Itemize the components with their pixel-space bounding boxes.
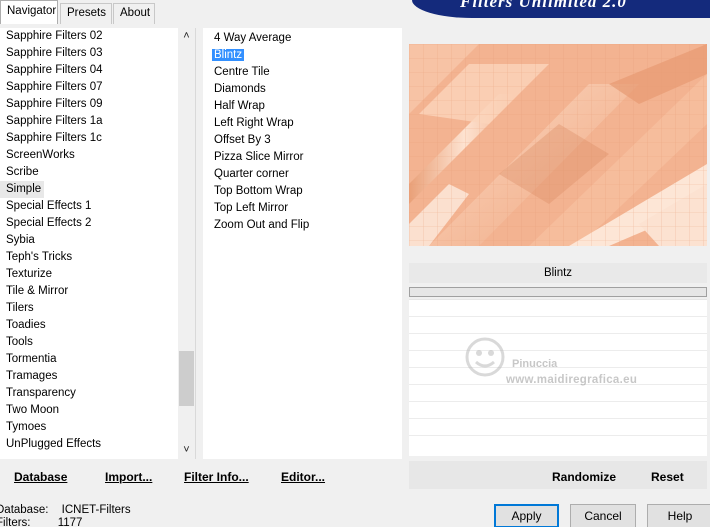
filter-item-label: Pizza Slice Mirror — [214, 151, 304, 163]
status-filters-value: 1177 — [57, 517, 83, 527]
category-item[interactable]: Tools — [0, 334, 178, 351]
reset-button[interactable]: Reset — [651, 470, 684, 484]
filter-item[interactable]: Top Left Mirror — [212, 200, 397, 217]
filter-item-label: Diamonds — [214, 83, 266, 95]
filter-item[interactable]: Pizza Slice Mirror — [212, 149, 397, 166]
category-item[interactable]: Sapphire Filters 03 — [0, 45, 178, 62]
filter-item-label: Left Right Wrap — [214, 117, 294, 129]
category-item[interactable]: Simple — [0, 181, 44, 198]
preset-toolbar: Randomize Reset — [409, 461, 707, 489]
randomize-button[interactable]: Randomize — [552, 470, 616, 484]
filter-name-bar: Blintz — [409, 263, 707, 283]
category-item[interactable]: UnPlugged Effects — [0, 436, 178, 453]
preview-image — [409, 44, 707, 246]
app-banner: Filters Unlimited 2.0 — [412, 0, 710, 18]
filter-item-label: 4 Way Average — [214, 32, 292, 44]
import-button[interactable]: Import... — [105, 470, 152, 484]
filter-item[interactable]: Top Bottom Wrap — [212, 183, 397, 200]
category-item[interactable]: Transparency — [0, 385, 178, 402]
filter-item[interactable]: Quarter corner — [212, 166, 397, 183]
cancel-button[interactable]: Cancel — [570, 504, 636, 527]
tab-presets[interactable]: Presets — [60, 3, 112, 24]
category-item[interactable]: Teph's Tricks — [0, 249, 178, 266]
category-list-panel: Sapphire Filters 02 Sapphire Filters 03 Sa… — [0, 28, 196, 459]
category-item[interactable]: Tormentia — [0, 351, 178, 368]
category-item[interactable]: Texturize — [0, 266, 178, 283]
category-item[interactable]: Special Effects 1 — [0, 198, 178, 215]
category-item[interactable]: Sapphire Filters 02 — [0, 28, 178, 45]
filter-item-label: Top Left Mirror — [214, 202, 289, 214]
filter-item[interactable]: Zoom Out and Flip — [212, 217, 397, 234]
filter-item-label: Offset By 3 — [214, 134, 271, 146]
filter-item-label: Top Bottom Wrap — [214, 185, 303, 197]
category-item[interactable]: Sapphire Filters 1a — [0, 113, 178, 130]
filter-item-label: Zoom Out and Flip — [214, 219, 310, 231]
category-item[interactable]: Scribe — [0, 164, 178, 181]
category-item[interactable]: Sapphire Filters 04 — [0, 62, 178, 79]
filter-list: 4 Way Average Blintz Centre Tile Diamonds Ha… — [212, 30, 397, 234]
filter-info-button[interactable]: Filter Info... — [184, 470, 249, 484]
filter-item[interactable]: Diamonds — [212, 81, 397, 98]
category-item[interactable]: Sapphire Filters 07 — [0, 79, 178, 96]
category-item[interactable]: Toadies — [0, 317, 178, 334]
scroll-thumb[interactable] — [179, 351, 194, 406]
category-item[interactable]: Two Moon — [0, 402, 178, 419]
category-item[interactable]: Tramages — [0, 368, 178, 385]
preview-graphic — [409, 44, 707, 246]
help-button[interactable]: Help — [647, 504, 710, 527]
filter-item-label: Half Wrap — [214, 100, 265, 112]
watermark-logo-icon — [465, 337, 505, 377]
status-database-value: ICNET-Filters — [61, 504, 131, 516]
watermark-name: Pinuccia — [512, 358, 558, 370]
filter-item[interactable]: Left Right Wrap — [212, 115, 397, 132]
category-item[interactable]: Tymoes — [0, 419, 178, 436]
category-item[interactable]: Tile & Mirror — [0, 283, 178, 300]
database-button[interactable]: Database — [14, 470, 67, 484]
status-filters-label: Filters: — [0, 517, 31, 527]
tab-navigator[interactable]: Navigator — [0, 0, 58, 24]
apply-button[interactable]: Apply — [494, 504, 559, 527]
category-item[interactable]: Tilers — [0, 300, 178, 317]
filter-item[interactable]: Centre Tile — [212, 64, 397, 81]
watermark: Pinuccia www.maidiregrafica.eu — [462, 334, 707, 394]
category-item[interactable]: Sapphire Filters 1c — [0, 130, 178, 147]
chevron-up-icon[interactable]: ˄ — [178, 28, 195, 45]
filter-item[interactable]: Offset By 3 — [212, 132, 397, 149]
filter-item-label: Centre Tile — [214, 66, 270, 78]
filter-item-label: Blintz — [212, 49, 245, 61]
filter-item[interactable]: 4 Way Average — [212, 30, 397, 47]
status-database: Database: ICNET-Filters — [0, 504, 131, 517]
status-database-label: Database: — [0, 504, 49, 516]
tab-about[interactable]: About — [113, 3, 155, 24]
editor-button[interactable]: Editor... — [281, 470, 325, 484]
filter-list-panel: 4 Way Average Blintz Centre Tile Diamonds Ha… — [203, 28, 402, 459]
category-item[interactable]: ScreenWorks — [0, 147, 178, 164]
category-scrollbar[interactable]: ˄ ˅ — [178, 28, 195, 459]
category-list: Sapphire Filters 02 Sapphire Filters 03 Sa… — [0, 28, 178, 453]
filter-item-label: Quarter corner — [214, 168, 289, 180]
chevron-down-icon[interactable]: ˅ — [178, 442, 195, 459]
category-item[interactable]: Sapphire Filters 09 — [0, 96, 178, 113]
category-item[interactable]: Special Effects 2 — [0, 215, 178, 232]
watermark-url: www.maidiregrafica.eu — [506, 374, 638, 386]
progress-bar — [409, 287, 707, 297]
filter-item[interactable]: Blintz — [212, 47, 397, 64]
filter-item[interactable]: Half Wrap — [212, 98, 397, 115]
category-item[interactable]: Sybia — [0, 232, 178, 249]
status-filters: Filters: 1177 — [0, 517, 82, 527]
banner-title: Filters Unlimited 2.0 — [460, 0, 627, 11]
